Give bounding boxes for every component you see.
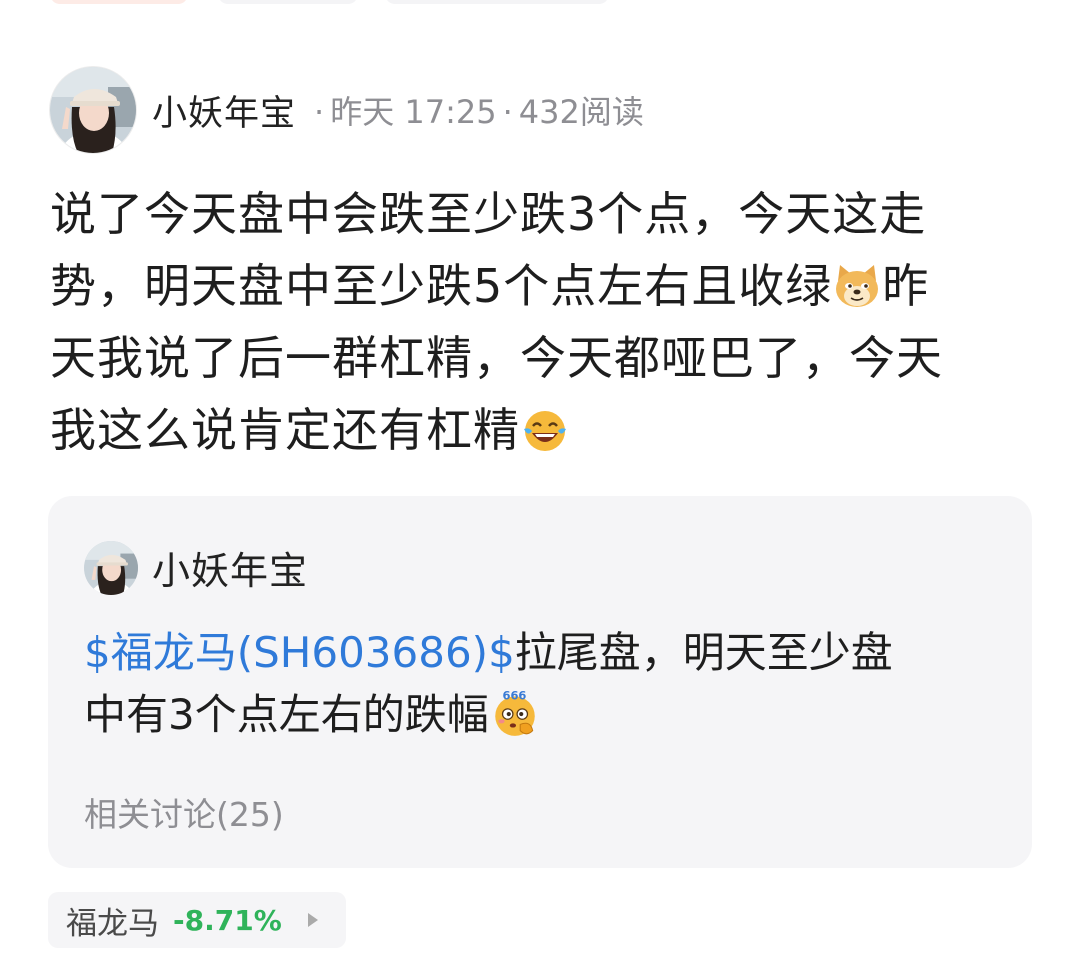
quoted-text-segment: 拉尾盘，明天至少盘 xyxy=(514,628,893,677)
post-body-line: 昨 xyxy=(882,259,930,313)
quoted-post-text: $福龙马(SH603686)$拉尾盘，明天至少盘 中有3个点左右的跌幅 666 xyxy=(84,622,984,746)
top-tag-pill[interactable] xyxy=(50,0,188,4)
top-tag-pill[interactable] xyxy=(385,0,609,4)
related-discussions-link[interactable]: 相关讨论(25) xyxy=(84,788,284,836)
post-body-line: 我这么说肯定还有杠精 xyxy=(50,403,520,457)
quoted-author-avatar[interactable] xyxy=(84,540,138,595)
post-body-line: 势，明天盘中至少跌5个点左右且收绿 xyxy=(50,259,833,313)
play-arrow-icon xyxy=(307,913,318,927)
666-thinking-emoji: 666 xyxy=(494,688,535,736)
post-header: 小妖年宝 · 昨天 17:25 · 432阅读 xyxy=(50,66,644,154)
stock-quote-tag[interactable]: 福龙马 -8.71% xyxy=(48,892,346,948)
author-avatar[interactable] xyxy=(50,67,136,153)
doge-emoji xyxy=(836,265,879,307)
top-tag-pill[interactable] xyxy=(218,0,358,4)
svg-text:666: 666 xyxy=(502,688,526,702)
stock-tag-change: -8.71% xyxy=(173,903,282,937)
post-body-line: 天我说了后一群杠精，今天都哑巴了，今天 xyxy=(50,331,943,385)
stock-tag-name: 福龙马 xyxy=(66,905,159,942)
quoted-author-name[interactable]: 小妖年宝 xyxy=(152,540,308,595)
laugh-tears-emoji xyxy=(524,411,566,451)
post-body-line: 说了今天盘中会跌至少跌3个点，今天这走 xyxy=(50,187,927,241)
read-count: 432阅读 xyxy=(518,93,644,131)
post-time: 昨天 17:25 xyxy=(330,93,497,131)
quoted-post-card[interactable]: 小妖年宝 $福龙马(SH603686)$拉尾盘，明天至少盘 中有3个点左右的跌幅 … xyxy=(48,496,1032,868)
stock-link[interactable]: $福龙马(SH603686)$ xyxy=(84,628,515,677)
quoted-post-header: 小妖年宝 xyxy=(84,540,308,595)
author-name[interactable]: 小妖年宝 xyxy=(152,85,296,136)
quoted-text-segment: 中有3个点左右的跌幅 xyxy=(84,690,489,739)
post-body: 说了今天盘中会跌至少跌3个点，今天这走 势，明天盘中至少跌5个点左右且收绿 昨天我… xyxy=(50,178,1025,466)
post-screen: 小妖年宝 · 昨天 17:25 · 432阅读 说了今天盘中会跌至少跌3个点，今天这走… xyxy=(0,0,1080,968)
post-meta: · 昨天 17:25 · 432阅读 xyxy=(314,93,644,131)
